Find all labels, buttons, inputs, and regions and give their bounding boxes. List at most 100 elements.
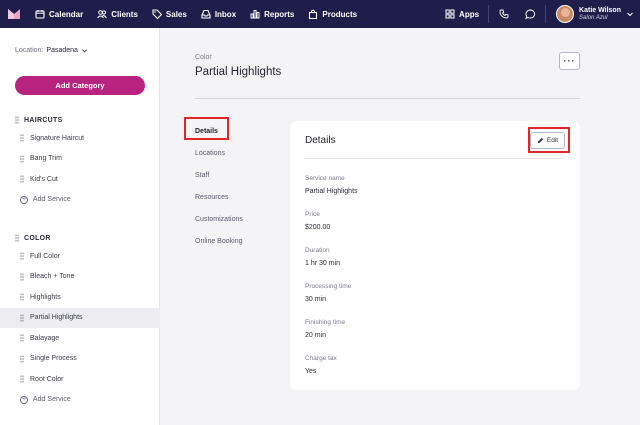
inbox-icon (201, 9, 211, 19)
drag-handle-icon[interactable] (20, 175, 24, 184)
nav-clients-label: Clients (111, 9, 138, 19)
chat-button[interactable] (517, 0, 543, 28)
field-label: Charge tax (305, 355, 337, 362)
nav-sales[interactable]: Sales (145, 0, 194, 28)
subnav-customizations[interactable]: Customizations (195, 208, 243, 230)
service-item[interactable]: Full Color (0, 246, 160, 267)
category-name: COLOR (24, 234, 51, 242)
field-label: Processing time (305, 283, 352, 290)
service-label: Bleach + Tone (30, 273, 75, 281)
nav-divider (488, 5, 490, 23)
field-duration: Duration 1 hr 30 min (305, 247, 340, 267)
service-label: Kid's Cut (30, 175, 58, 183)
category-header[interactable]: HAIRCUTS (0, 112, 160, 128)
service-label: Single Process (30, 355, 77, 363)
category-haircuts: HAIRCUTS Signature Haircut Bang Trim Kid… (0, 112, 160, 210)
phone-button[interactable] (491, 0, 517, 28)
nav-products-label: Products (322, 9, 358, 19)
service-label: Partial Highlights (30, 314, 83, 322)
drag-handle-icon[interactable] (20, 272, 24, 281)
highlight-box-details (184, 117, 229, 140)
highlight-box-edit (528, 127, 570, 153)
drag-handle-icon[interactable] (20, 293, 24, 302)
field-label: Service name (305, 175, 345, 182)
service-label: Bang Trim (30, 155, 62, 163)
profile-name: Katie Wilson (579, 6, 621, 14)
service-label: Root Color (30, 375, 64, 383)
drag-handle-icon[interactable] (15, 234, 19, 242)
drag-handle-icon[interactable] (20, 313, 24, 322)
clients-icon (97, 10, 108, 19)
location-label: Location: (15, 47, 44, 54)
plus-circle-icon: + (20, 395, 28, 404)
bar-chart-icon (250, 10, 260, 19)
nav-sales-label: Sales (165, 9, 187, 19)
drag-handle-icon[interactable] (20, 334, 24, 343)
add-service-link[interactable]: + Add Service (0, 390, 160, 410)
location-value: Pasadena (46, 47, 78, 54)
nav-inbox[interactable]: Inbox (194, 0, 243, 28)
service-item[interactable]: Highlights (0, 287, 160, 308)
drag-handle-icon[interactable] (15, 116, 19, 124)
category-color: COLOR Full Color Bleach + Tone Highlight… (0, 230, 160, 410)
drag-handle-icon[interactable] (20, 252, 24, 261)
nav-inbox-label: Inbox (214, 9, 237, 19)
nav-clients[interactable]: Clients (90, 0, 145, 28)
field-value: 20 min (305, 332, 327, 339)
avatar (556, 5, 575, 23)
breadcrumb: Color (195, 54, 212, 61)
logo-icon[interactable] (0, 0, 28, 28)
nav-reports[interactable]: Reports (243, 0, 301, 28)
nav-reports-label: Reports (264, 9, 295, 19)
service-item[interactable]: Bleach + Tone (0, 267, 160, 288)
field-label: Price (305, 211, 320, 218)
bag-icon (309, 9, 318, 19)
calendar-icon (35, 10, 45, 19)
service-item[interactable]: Single Process (0, 349, 160, 370)
category-name: HAIRCUTS (24, 116, 63, 124)
service-item[interactable]: Balayage (0, 328, 160, 349)
details-card-title: Details (305, 135, 336, 146)
add-category-button[interactable]: Add Category (15, 76, 145, 95)
top-nav: Calendar Clients Sales Inbox Reports Pro… (0, 0, 640, 28)
service-item[interactable]: Kid's Cut (0, 169, 160, 190)
drag-handle-icon[interactable] (20, 134, 24, 143)
subnav-online-booking[interactable]: Online Booking (195, 230, 243, 252)
more-options-button[interactable]: ··· (559, 52, 580, 70)
field-service-name: Service name Partial Highlights (305, 175, 358, 195)
service-label: Signature Haircut (30, 134, 85, 142)
service-item-active[interactable]: Partial Highlights (0, 307, 160, 328)
add-service-label: Add Service (33, 396, 71, 403)
nav-calendar[interactable]: Calendar (28, 0, 90, 28)
subnav-resources[interactable]: Resources (195, 186, 243, 208)
category-header[interactable]: COLOR (0, 230, 160, 246)
subnav-locations[interactable]: Locations (195, 142, 243, 164)
add-service-link[interactable]: + Add Service (0, 190, 160, 210)
service-label: Highlights (30, 293, 61, 301)
subnav-staff[interactable]: Staff (195, 164, 243, 186)
nav-products[interactable]: Products (301, 0, 364, 28)
chevron-down-icon (81, 49, 87, 53)
service-item[interactable]: Root Color (0, 369, 160, 390)
field-label: Duration (305, 247, 330, 254)
profile-menu[interactable]: Katie Wilson Salon Azul (548, 0, 640, 28)
details-card: Details Edit Service name Partial Highli… (290, 121, 580, 390)
drag-handle-icon[interactable] (20, 354, 24, 363)
field-value: 30 min (305, 296, 327, 303)
field-label: Finishing time (305, 319, 346, 326)
plus-circle-icon: + (20, 195, 28, 204)
nav-apps[interactable]: Apps (438, 0, 486, 28)
service-item[interactable]: Bang Trim (0, 149, 160, 170)
card-divider (305, 158, 565, 159)
service-item[interactable]: Signature Haircut (0, 128, 160, 149)
add-service-label: Add Service (33, 196, 71, 203)
tag-icon (152, 9, 162, 19)
service-label: Full Color (30, 252, 60, 260)
sidebar: Location: Pasadena Add Category HAIRCUTS… (0, 28, 160, 425)
field-value: $200.00 (305, 224, 331, 231)
apps-grid-icon (445, 9, 455, 19)
drag-handle-icon[interactable] (20, 375, 24, 384)
drag-handle-icon[interactable] (20, 154, 24, 163)
location-selector[interactable]: Location: Pasadena (15, 47, 88, 54)
field-value: Yes (305, 368, 317, 375)
